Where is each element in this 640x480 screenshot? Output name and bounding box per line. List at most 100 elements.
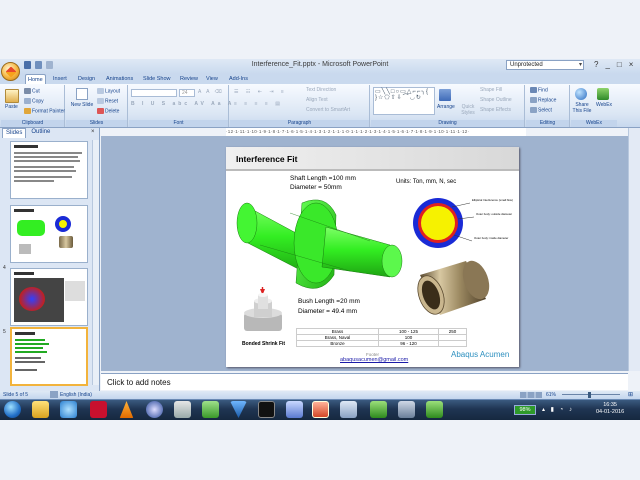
- slide-title[interactable]: Interference Fit: [236, 154, 297, 164]
- align-text-button[interactable]: Align Text: [306, 97, 328, 103]
- tab-outline[interactable]: Outline: [28, 128, 53, 138]
- browser-icon[interactable]: [60, 401, 77, 418]
- shapes-gallery[interactable]: ▭╲╲□○▭△⌐⌐╮{ }☆⬠⇧⇩⌒◡↻: [373, 87, 435, 115]
- terminal-icon[interactable]: [258, 401, 275, 418]
- webex-icon[interactable]: [597, 88, 609, 100]
- format-painter-label: Format Painter: [32, 108, 66, 115]
- reset-button[interactable]: Reset: [97, 98, 118, 104]
- language-indicator[interactable]: English (India): [60, 392, 92, 398]
- tray-icons[interactable]: ▴ ▮ ◔ ♪: [542, 406, 590, 414]
- maximize-button[interactable]: □: [617, 60, 622, 69]
- new-slide-button[interactable]: New Slide: [70, 102, 94, 108]
- tab-animations[interactable]: Animations: [104, 74, 135, 84]
- close-button[interactable]: ×: [629, 60, 634, 69]
- font-style-buttons[interactable]: B I U S abc AV Aa A: [131, 101, 234, 107]
- tab-design[interactable]: Design: [76, 74, 97, 84]
- convert-smartart-button[interactable]: Convert to SmartArt: [306, 107, 350, 113]
- chevron-down-icon: ▾: [578, 62, 582, 68]
- file-explorer-icon[interactable]: [32, 401, 49, 418]
- delete-label: Delete: [105, 108, 120, 115]
- cut-button[interactable]: Cut: [24, 88, 40, 94]
- ring-section-svg: [413, 198, 475, 248]
- office-button[interactable]: [1, 62, 20, 81]
- layout-button[interactable]: Layout: [97, 88, 120, 94]
- help-icon[interactable]: ?: [594, 60, 598, 69]
- group-webex: Share This File WebEx WebEx: [571, 85, 617, 127]
- zoom-slider[interactable]: [562, 394, 620, 395]
- new-slide-icon[interactable]: [76, 88, 88, 100]
- arrange-button[interactable]: Arrange: [437, 104, 455, 110]
- font-size-combo[interactable]: 24: [179, 89, 195, 97]
- paste-button[interactable]: Paste: [5, 104, 18, 110]
- tab-slide-show[interactable]: Slide Show: [141, 74, 173, 84]
- notes-app-icon[interactable]: [202, 401, 219, 418]
- quick-styles-button[interactable]: Quick Styles: [460, 104, 476, 116]
- tab-view[interactable]: View: [204, 74, 220, 84]
- find-label: Find: [538, 87, 548, 94]
- start-button-icon[interactable]: [4, 401, 21, 418]
- share-file-button[interactable]: Share This File: [571, 102, 593, 114]
- document-app-icon[interactable]: [340, 401, 357, 418]
- format-painter-button[interactable]: Format Painter: [24, 108, 65, 114]
- view-buttons[interactable]: [520, 392, 542, 398]
- ring-annotation: Elliptical Interference (small flow): [472, 198, 513, 202]
- m-app-icon[interactable]: [90, 401, 107, 418]
- footer-email-link[interactable]: abaqusacumen@gmail.com: [340, 357, 408, 363]
- screen: Interference_Fit.pptx - Microsoft PowerP…: [0, 0, 640, 480]
- replace-button[interactable]: Replace: [530, 97, 556, 103]
- group-editing: Find Replace Select Editing: [526, 85, 570, 127]
- slide-thumbnail[interactable]: [10, 141, 88, 199]
- zoom-slider-thumb[interactable]: [588, 392, 591, 398]
- text-direction-button[interactable]: Text Direction: [306, 87, 336, 93]
- pane-close-icon[interactable]: ×: [91, 129, 95, 135]
- c-app-icon[interactable]: [370, 401, 387, 418]
- slide-thumbnail[interactable]: [10, 268, 88, 326]
- shape-effects-button[interactable]: Shape Effects: [480, 107, 511, 113]
- globe-icon[interactable]: [575, 88, 587, 100]
- find-button[interactable]: Find: [530, 87, 548, 93]
- replace-label: Replace: [538, 97, 557, 104]
- battery-indicator[interactable]: 98%: [514, 405, 536, 415]
- spellcheck-icon[interactable]: [50, 391, 58, 398]
- taskbar-clock[interactable]: 16:35 04-01-2016: [596, 402, 624, 416]
- webex-button[interactable]: WebEx: [596, 102, 612, 108]
- powerpoint-taskbar-icon[interactable]: [312, 401, 329, 418]
- shaft-model-svg: [236, 199, 403, 289]
- tab-review[interactable]: Review: [178, 74, 200, 84]
- select-button[interactable]: Select: [530, 107, 552, 113]
- protection-combo[interactable]: Unprotected ▾: [506, 60, 584, 70]
- settings-app-icon[interactable]: [286, 401, 303, 418]
- group-paragraph: ☰ ☷ ⇤ ⇥ ≡ ≡ ≡ ≡ ≡ ▤ Text Direction Align…: [230, 85, 370, 127]
- vertical-scrollbar[interactable]: [628, 128, 640, 371]
- ie-icon[interactable]: [146, 401, 163, 418]
- list-buttons[interactable]: ☰ ☷ ⇤ ⇥ ≡: [234, 89, 287, 95]
- scissors-icon: [24, 88, 31, 94]
- slide-thumbnail[interactable]: [10, 205, 88, 263]
- paste-icon[interactable]: [5, 89, 19, 103]
- tab-add-ins[interactable]: Add-Ins: [227, 74, 250, 84]
- copy-label: Copy: [32, 98, 44, 105]
- notes-pane[interactable]: Click to add notes: [101, 373, 628, 390]
- search-app-icon[interactable]: [174, 401, 191, 418]
- arrange-icon[interactable]: [439, 89, 451, 101]
- font-grow-shrink-buttons[interactable]: A A ⌫: [198, 89, 224, 95]
- tab-home[interactable]: Home: [25, 74, 46, 84]
- binoculars-icon: [530, 87, 537, 93]
- slide-canvas[interactable]: Interference Fit Shaft Length =100 mm Di…: [226, 147, 519, 367]
- copy-button[interactable]: Copy: [24, 98, 44, 104]
- slide-thumbnail-selected[interactable]: [10, 327, 88, 386]
- delete-button[interactable]: Delete: [97, 108, 119, 114]
- c-app-icon-2[interactable]: [426, 401, 443, 418]
- tool-app-icon[interactable]: [398, 401, 415, 418]
- tab-slides[interactable]: Slides: [2, 128, 27, 138]
- align-buttons[interactable]: ≡ ≡ ≡ ≡ ▤: [234, 101, 283, 107]
- minimize-button[interactable]: _: [605, 60, 609, 69]
- tab-insert[interactable]: Insert: [51, 74, 69, 84]
- zoom-level[interactable]: 61%: [546, 392, 556, 398]
- pane-scrollbar[interactable]: [92, 140, 99, 385]
- fit-window-icon[interactable]: ⊞: [628, 391, 633, 398]
- group-slides: New Slide Layout Reset Delete Slides: [66, 85, 128, 127]
- shape-fill-button[interactable]: Shape Fill: [480, 87, 502, 93]
- shape-outline-button[interactable]: Shape Outline: [480, 97, 512, 103]
- font-name-combo[interactable]: [131, 89, 177, 97]
